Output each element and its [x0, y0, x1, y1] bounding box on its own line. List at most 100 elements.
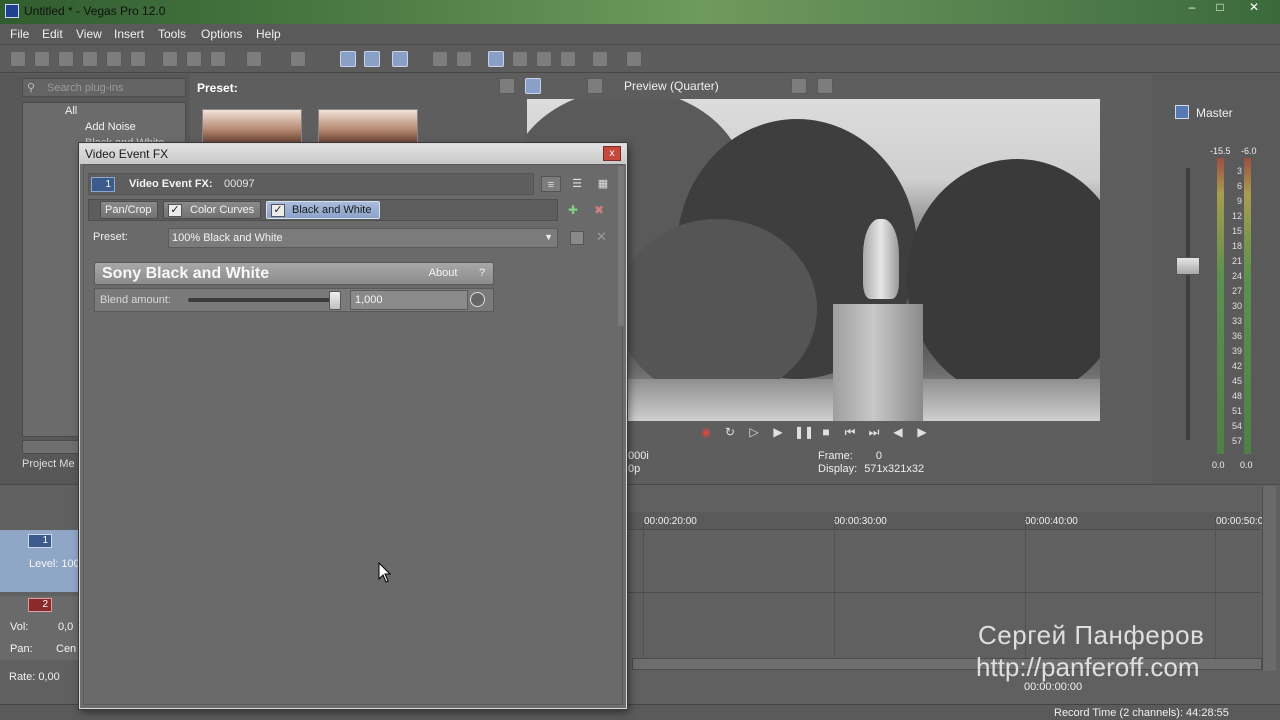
previous-frame-icon[interactable]: ◀ [890, 424, 906, 440]
go-to-start-icon[interactable]: ⏮ [842, 424, 858, 440]
auto-ripple-icon[interactable] [488, 51, 504, 67]
project-format-info: 000i [628, 450, 649, 462]
project-media-tab[interactable]: Project Me [22, 458, 80, 474]
timeline-ruler[interactable]: 00:00:20:00 00:00:30:00 00:00:40:00 00:0… [628, 512, 1263, 530]
view-grid-icon[interactable]: ▦ [593, 176, 613, 192]
level-left: 0.0 [1212, 460, 1225, 470]
zoom-tool-icon[interactable] [432, 51, 448, 67]
audio-track-header[interactable]: 2 Vol: 0,0 Pan: Cen [0, 596, 80, 660]
play-icon[interactable]: ▶ [770, 424, 786, 440]
paste-icon[interactable] [210, 51, 226, 67]
video-track-header[interactable]: 1 Level: 100 [0, 530, 80, 592]
help-button[interactable]: ? [474, 265, 490, 282]
blend-amount-slider[interactable] [188, 298, 338, 302]
volume-value[interactable]: 0,0 [58, 621, 73, 633]
frame-value: 0 [875, 450, 883, 462]
peak-right: -6.0 [1241, 146, 1257, 156]
meter-tick: 51 [1231, 406, 1242, 416]
open-icon[interactable] [34, 51, 50, 67]
checkbox-icon[interactable]: ✓ [168, 204, 182, 217]
preset-heading: Preset: [197, 81, 238, 95]
menu-help[interactable]: Help [256, 27, 281, 41]
ignore-grouping-icon[interactable] [536, 51, 552, 67]
menu-insert[interactable]: Insert [114, 27, 144, 41]
view-single-icon[interactable]: ≡ [541, 176, 561, 192]
tree-item-all[interactable]: All [65, 105, 77, 117]
search-media-icon[interactable] [560, 51, 576, 67]
menu-file[interactable]: File [10, 27, 29, 41]
external-monitor-icon[interactable] [525, 78, 541, 94]
go-to-end-icon[interactable]: ⏭ [866, 424, 882, 440]
close-window-button[interactable]: ✕ [1240, 0, 1268, 16]
remove-fx-icon[interactable]: ✖ [594, 203, 610, 217]
help-pointer-icon[interactable] [626, 51, 642, 67]
playback-rate[interactable]: Rate: 0,00 [9, 671, 60, 683]
cut-icon[interactable] [162, 51, 178, 67]
reset-animation-icon[interactable] [470, 292, 485, 307]
copy-icon[interactable] [186, 51, 202, 67]
preset-dropdown[interactable]: 100% Black and White ▼ [168, 228, 558, 248]
snapping-icon[interactable] [456, 51, 472, 67]
brush-icon[interactable] [592, 51, 608, 67]
save-icon[interactable] [58, 51, 74, 67]
about-button[interactable]: About [420, 265, 466, 282]
checkbox-icon[interactable]: ✓ [271, 204, 285, 217]
chain-black-and-white[interactable]: ✓ Black and White [266, 201, 380, 219]
play-from-start-icon[interactable]: ▷ [746, 424, 762, 440]
delete-preset-icon[interactable]: ✕ [596, 229, 607, 245]
copy-snapshot-icon[interactable] [791, 78, 807, 94]
meter-tick: 18 [1231, 241, 1242, 251]
redo-icon[interactable] [290, 51, 306, 67]
preview-format-info: 0p [628, 463, 641, 475]
master-fader-handle[interactable] [1176, 257, 1200, 275]
track-level[interactable]: Level: 100 [29, 558, 80, 570]
preview-properties-icon[interactable] [499, 78, 515, 94]
main-toolbar [0, 45, 1280, 73]
preset-thumbnail[interactable] [318, 109, 418, 143]
view-list-icon[interactable]: ☰ [567, 176, 587, 192]
render-icon[interactable] [106, 51, 122, 67]
preview-quality-dropdown[interactable]: Preview (Quarter) [624, 79, 719, 93]
minimize-button[interactable]: – [1178, 0, 1206, 16]
blend-amount-field[interactable]: 1,000 [350, 290, 468, 310]
save-snapshot-icon[interactable] [817, 78, 833, 94]
undo-icon[interactable] [246, 51, 262, 67]
preset-thumbnail[interactable] [202, 109, 302, 143]
chain-pan-crop[interactable]: Pan/Crop [100, 201, 158, 219]
meter-tick: 36 [1231, 331, 1242, 341]
normal-edit-tool-icon[interactable] [340, 51, 356, 67]
new-project-icon[interactable] [10, 51, 26, 67]
pause-icon[interactable]: ❚❚ [794, 424, 814, 440]
menu-options[interactable]: Options [201, 27, 242, 41]
tree-item-add-noise[interactable]: Add Noise [85, 121, 136, 133]
vegas-app-icon[interactable] [5, 4, 19, 18]
add-fx-icon[interactable]: ✚ [568, 203, 584, 217]
search-input[interactable]: ⚲ Search plug-ins [22, 78, 186, 97]
transport-controls: ◉ ↻ ▷ ▶ ❚❚ ■ ⏮ ⏭ ◀ ▶ [695, 424, 935, 444]
record-icon[interactable]: ◉ [698, 424, 714, 440]
menu-view[interactable]: View [76, 27, 102, 41]
dialog-scrollbar[interactable] [618, 166, 624, 326]
frame-info: Frame: 0 Display: 571x321x32 [818, 450, 924, 475]
menu-tools[interactable]: Tools [158, 27, 186, 41]
dialog-close-button[interactable]: x [603, 146, 621, 161]
grid-line [1215, 518, 1216, 658]
envelope-tool-icon[interactable] [364, 51, 380, 67]
display-value: 571x321x32 [864, 463, 925, 475]
blend-amount-slider-thumb[interactable] [329, 291, 341, 310]
lock-envelopes-icon[interactable] [512, 51, 528, 67]
pan-value[interactable]: Cen [56, 643, 76, 655]
save-as-icon[interactable] [82, 51, 98, 67]
chain-color-curves[interactable]: ✓ Color Curves [163, 201, 261, 219]
selection-tool-icon[interactable] [392, 51, 408, 67]
maximize-button[interactable]: □ [1206, 0, 1234, 16]
timeline-vertical-scrollbar[interactable] [1262, 486, 1276, 671]
loop-icon[interactable]: ↻ [722, 424, 738, 440]
properties-icon[interactable] [130, 51, 146, 67]
menu-edit[interactable]: Edit [42, 27, 63, 41]
split-screen-icon[interactable] [587, 78, 603, 94]
ruler-label: 00:00:20:00 [644, 516, 697, 527]
next-frame-icon[interactable]: ▶ [914, 424, 930, 440]
stop-icon[interactable]: ■ [818, 424, 834, 440]
save-preset-icon[interactable] [570, 231, 584, 245]
